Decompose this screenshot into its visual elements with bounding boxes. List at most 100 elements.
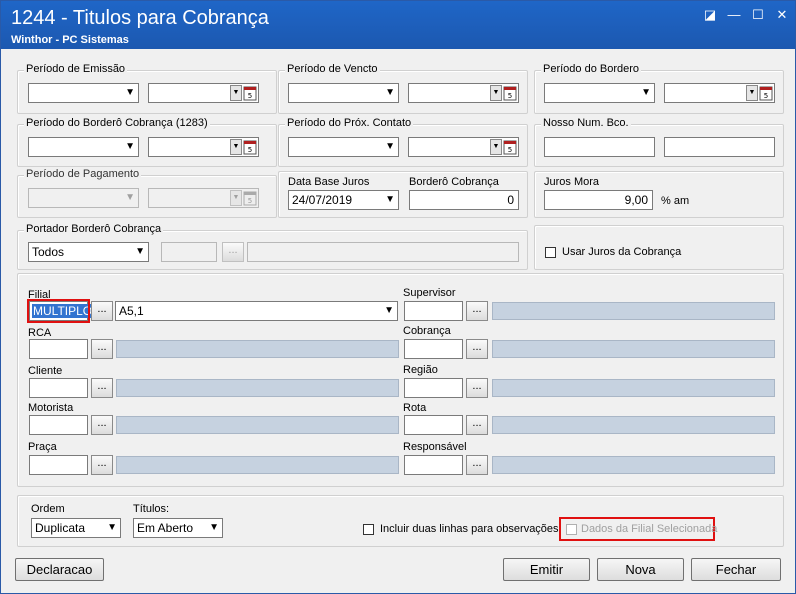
supervisor-input[interactable] — [404, 301, 463, 321]
praca-input[interactable] — [29, 455, 88, 475]
calendar-icon[interactable]: 5 — [243, 190, 257, 206]
cliente-desc — [116, 379, 399, 397]
ordem-label: Ordem — [31, 503, 65, 515]
chevron-down-icon[interactable]: ▼ — [230, 139, 242, 155]
cobranca-label: Cobrança — [403, 325, 451, 337]
portador-combo[interactable]: Todos ▼ — [28, 242, 149, 262]
cliente-input[interactable] — [29, 378, 88, 398]
ordem-selected: Duplicata — [35, 521, 86, 535]
regiao-label: Região — [403, 364, 438, 376]
juros-mora-input[interactable]: 9,00 — [544, 190, 653, 210]
group-periodo-bordero: Período do Bordero ▼ ▼ 5 — [534, 63, 784, 114]
periodo-prox-contato-combo[interactable]: ▼ — [288, 137, 399, 157]
chevron-down-icon[interactable]: ▼ — [746, 85, 758, 101]
motorista-input[interactable] — [29, 415, 88, 435]
group-periodo-bordero-cobranca: Período do Borderô Cobrança (1283) ▼ ▼ 5 — [17, 117, 277, 167]
minimize-button[interactable]: — — [725, 7, 743, 23]
svg-text:5: 5 — [764, 92, 768, 100]
rca-label: RCA — [28, 327, 52, 339]
svg-text:5: 5 — [508, 146, 512, 154]
calendar-icon[interactable]: 5 — [503, 85, 517, 101]
group-nosso-num: Nosso Num. Bco. — [534, 117, 784, 167]
dados-filial-label: Dados da Filial Selecionada — [581, 523, 718, 535]
nosso-num-inicial-input[interactable] — [544, 137, 655, 157]
data-base-juros-combo[interactable]: 24/07/2019 ▼ — [288, 190, 399, 210]
calendar-icon[interactable]: 5 — [759, 85, 773, 101]
maximize-button[interactable]: ☐ — [749, 7, 767, 23]
group-usar-juros: Usar Juros da Cobrança — [534, 225, 784, 270]
cobranca-input[interactable] — [404, 339, 463, 359]
incluir-duas-linhas-checkbox[interactable] — [363, 524, 374, 535]
portador-descricao-input — [247, 242, 519, 262]
portador-codigo-input[interactable] — [161, 242, 217, 262]
usar-juros-label: Usar Juros da Cobrança — [562, 246, 682, 258]
periodo-vencto-date[interactable]: ▼ 5 — [408, 83, 519, 103]
portador-search-button[interactable]: ... — [222, 242, 244, 262]
nosso-num-final-input[interactable] — [664, 137, 775, 157]
juros-mora-unit: % am — [661, 195, 690, 207]
cobranca-search-button[interactable]: ... — [466, 339, 488, 359]
motorista-label: Motorista — [28, 402, 74, 414]
dados-filial-checkbox[interactable] — [566, 524, 577, 535]
svg-text:5: 5 — [248, 146, 252, 154]
supervisor-search-button[interactable]: ... — [466, 301, 488, 321]
chevron-down-icon[interactable]: ▼ — [490, 85, 502, 101]
restore-icon[interactable]: ◪ — [701, 7, 719, 23]
calendar-icon[interactable]: 5 — [503, 139, 517, 155]
periodo-bordero-date[interactable]: ▼ 5 — [664, 83, 775, 103]
praca-search-button[interactable]: ... — [91, 455, 113, 475]
group-periodo-emissao: Período de Emissão ▼ ▼ 5 — [17, 63, 277, 114]
periodo-emissao-combo[interactable]: ▼ — [28, 83, 139, 103]
cliente-label: Cliente — [28, 365, 63, 377]
fechar-button[interactable]: Fechar — [691, 558, 781, 581]
cliente-search-button[interactable]: ... — [91, 378, 113, 398]
titulos-combo[interactable]: Em Aberto ▼ — [133, 518, 223, 538]
calendar-icon[interactable]: 5 — [243, 139, 257, 155]
rota-search-button[interactable]: ... — [466, 415, 488, 435]
chevron-down-icon[interactable]: ▼ — [230, 85, 242, 101]
bordero-cobranca-input[interactable]: 0 — [409, 190, 519, 210]
rca-input[interactable] — [29, 339, 88, 359]
periodo-pagamento-date[interactable]: ▼ 5 — [148, 188, 259, 208]
svg-text:5: 5 — [508, 92, 512, 100]
group-periodo-vencto: Período de Vencto ▼ ▼ 5 — [278, 63, 528, 114]
close-button[interactable]: ✕ — [773, 7, 791, 23]
group-filtros: Filial MULTIPLOS ... A5,1 ▼ RCA ... Clien… — [17, 273, 784, 487]
regiao-input[interactable] — [404, 378, 463, 398]
periodo-bordero-cobranca-date[interactable]: ▼ 5 — [148, 137, 259, 157]
chevron-down-icon[interactable]: ▼ — [230, 190, 242, 206]
group-juros-mora: Juros Mora 9,00 % am — [534, 171, 784, 218]
usar-juros-checkbox[interactable] — [545, 247, 556, 258]
periodo-pagamento-combo[interactable]: ▼ — [28, 188, 139, 208]
rca-search-button[interactable]: ... — [91, 339, 113, 359]
title-bar[interactable]: 1244 - Titulos para Cobrança Winthor - P… — [1, 1, 795, 49]
chevron-down-icon[interactable]: ▼ — [490, 139, 502, 155]
chevron-down-icon: ▼ — [385, 141, 395, 152]
juros-mora-label: Juros Mora — [544, 176, 600, 188]
group-portador: Portador Borderô Cobrança Todos ▼ ... — [17, 223, 528, 270]
regiao-search-button[interactable]: ... — [466, 378, 488, 398]
chevron-down-icon: ▼ — [125, 87, 135, 98]
periodo-bordero-cobranca-combo[interactable]: ▼ — [28, 137, 139, 157]
filial-search-button[interactable]: ... — [91, 301, 113, 321]
responsavel-search-button[interactable]: ... — [466, 455, 488, 475]
periodo-emissao-date[interactable]: ▼ 5 — [148, 83, 259, 103]
periodo-pagamento-label: Período de Pagamento — [24, 168, 142, 180]
responsavel-input[interactable] — [404, 455, 463, 475]
svg-text:5: 5 — [248, 197, 252, 205]
rota-input[interactable] — [404, 415, 463, 435]
periodo-bordero-combo[interactable]: ▼ — [544, 83, 655, 103]
nova-button[interactable]: Nova — [597, 558, 684, 581]
ordem-combo[interactable]: Duplicata ▼ — [31, 518, 121, 538]
filial-desc-combo[interactable]: A5,1 ▼ — [115, 301, 398, 321]
declaracao-button[interactable]: Declaracao — [15, 558, 104, 581]
chevron-down-icon: ▼ — [641, 87, 651, 98]
calendar-icon[interactable]: 5 — [243, 85, 257, 101]
periodo-vencto-combo[interactable]: ▼ — [288, 83, 399, 103]
periodo-prox-contato-date[interactable]: ▼ 5 — [408, 137, 519, 157]
rota-label: Rota — [403, 402, 427, 414]
emitir-button[interactable]: Emitir — [503, 558, 590, 581]
praca-desc — [116, 456, 399, 474]
portador-label: Portador Borderô Cobrança — [24, 223, 164, 235]
motorista-search-button[interactable]: ... — [91, 415, 113, 435]
